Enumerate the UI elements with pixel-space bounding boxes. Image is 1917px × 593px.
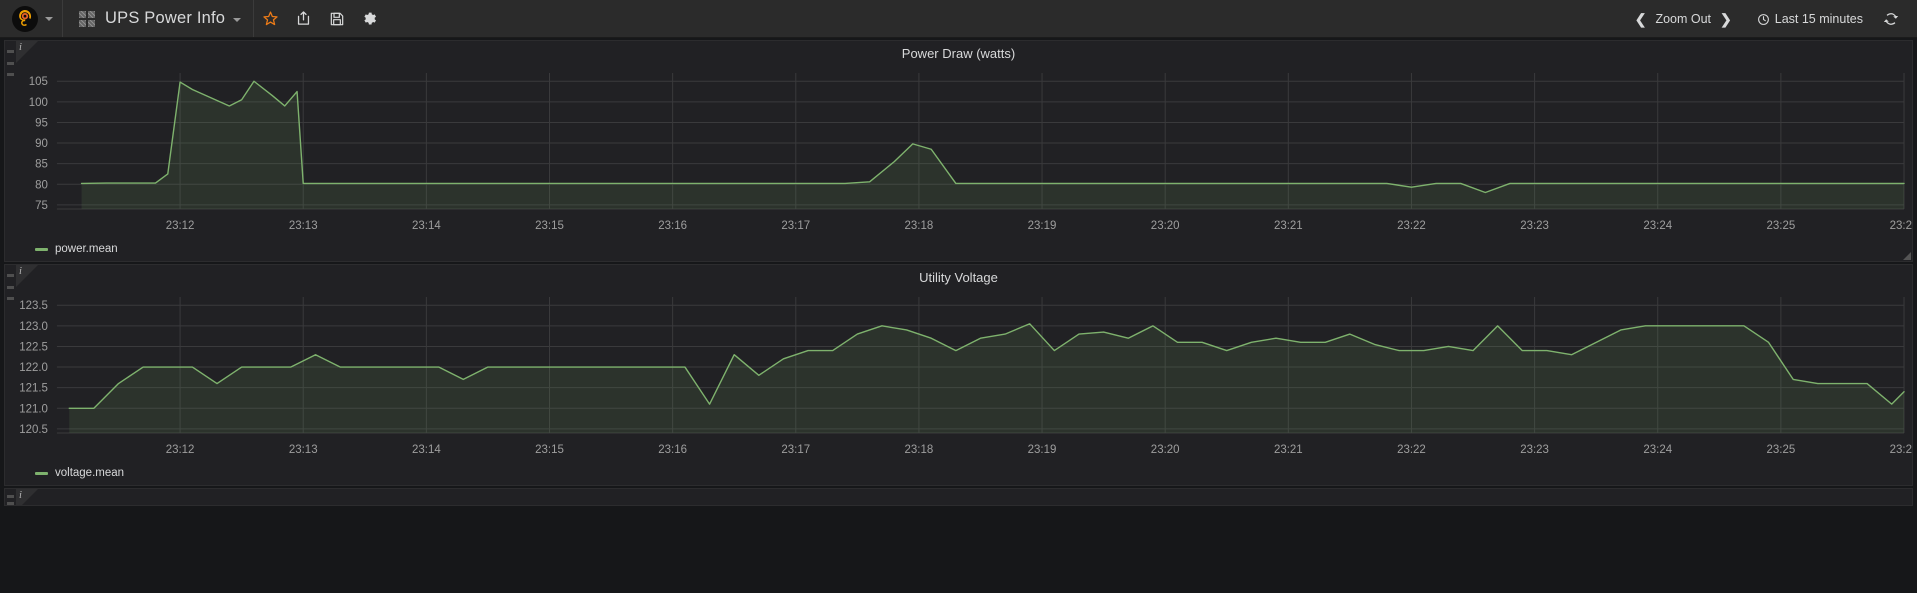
legend-swatch: [35, 247, 48, 251]
svg-text:23:21: 23:21: [1274, 444, 1303, 456]
panel-utility-voltage: i Utility Voltage 120.5 121.0 121.5 122.0 12…: [4, 264, 1913, 486]
svg-text:122.5: 122.5: [19, 341, 48, 353]
svg-text:90: 90: [35, 138, 48, 150]
grafana-logo-icon[interactable]: [12, 5, 38, 32]
svg-text:23:17: 23:17: [781, 220, 810, 232]
svg-text:23:20: 23:20: [1151, 444, 1180, 456]
svg-text:23:26: 23:26: [1890, 220, 1912, 232]
svg-text:123.0: 123.0: [19, 321, 48, 333]
chevron-down-icon: [45, 16, 53, 21]
navbar-right: ❮ Zoom Out ❯ Last 15 minutes: [1628, 0, 1917, 38]
panel-title-power-draw[interactable]: Power Draw (watts): [5, 41, 1912, 63]
svg-text:105: 105: [29, 76, 48, 88]
org-menu-button[interactable]: [0, 0, 63, 37]
time-range-label: Last 15 minutes: [1774, 12, 1863, 26]
svg-text:23:15: 23:15: [535, 444, 564, 456]
svg-text:23:22: 23:22: [1397, 444, 1426, 456]
svg-text:85: 85: [35, 159, 48, 171]
dashboard-body: i Power Draw (watts) 75 80 85 90 95 100 105 23:…: [0, 40, 1917, 506]
chart-utility-voltage[interactable]: 120.5 121.0 121.5 122.0 122.5 123.0 123.5 23:12…: [5, 287, 1912, 463]
svg-text:121.5: 121.5: [19, 383, 48, 395]
save-icon[interactable]: [320, 0, 353, 38]
svg-text:95: 95: [35, 117, 48, 129]
svg-text:120.5: 120.5: [19, 424, 48, 436]
star-icon[interactable]: [254, 0, 287, 38]
legend-power-draw: power.mean: [5, 239, 1912, 261]
svg-text:23:16: 23:16: [658, 220, 687, 232]
chevron-right-icon[interactable]: ❯: [1713, 12, 1739, 26]
chevron-left-icon[interactable]: ❮: [1628, 12, 1654, 26]
svg-text:121.0: 121.0: [19, 403, 48, 415]
legend-swatch: [35, 471, 48, 475]
svg-text:23:14: 23:14: [412, 444, 441, 456]
svg-text:23:17: 23:17: [781, 444, 810, 456]
refresh-icon[interactable]: [1873, 0, 1909, 38]
dashboard-title-button[interactable]: UPS Power Info: [63, 0, 255, 37]
svg-text:122.0: 122.0: [19, 362, 48, 374]
legend-label[interactable]: power.mean: [55, 243, 118, 255]
svg-text:23:19: 23:19: [1028, 444, 1057, 456]
time-zoom-group: ❮ Zoom Out ❯: [1628, 12, 1739, 26]
time-range-picker[interactable]: Last 15 minutes: [1757, 12, 1863, 26]
dashboard-grid-icon: [79, 10, 95, 27]
svg-text:23:19: 23:19: [1028, 220, 1057, 232]
svg-text:23:20: 23:20: [1151, 220, 1180, 232]
svg-text:23:13: 23:13: [289, 220, 318, 232]
svg-text:23:21: 23:21: [1274, 220, 1303, 232]
legend-utility-voltage: voltage.mean: [5, 463, 1912, 485]
zoom-out-button[interactable]: Zoom Out: [1653, 12, 1713, 26]
chevron-down-icon: [233, 18, 242, 22]
page-title: UPS Power Info: [105, 9, 226, 27]
svg-text:80: 80: [35, 179, 48, 191]
svg-text:23:18: 23:18: [905, 220, 934, 232]
svg-text:23:13: 23:13: [289, 444, 318, 456]
svg-text:23:23: 23:23: [1520, 220, 1549, 232]
svg-text:23:16: 23:16: [658, 444, 687, 456]
svg-text:23:25: 23:25: [1767, 220, 1796, 232]
svg-text:23:24: 23:24: [1643, 444, 1672, 456]
svg-text:23:24: 23:24: [1643, 220, 1672, 232]
svg-text:123.5: 123.5: [19, 300, 48, 312]
panel-partial-next: i: [4, 488, 1913, 506]
svg-text:23:14: 23:14: [412, 220, 441, 232]
svg-text:23:25: 23:25: [1767, 444, 1796, 456]
share-icon[interactable]: [287, 0, 320, 38]
svg-text:23:22: 23:22: [1397, 220, 1426, 232]
drag-handle-icon[interactable]: [7, 495, 14, 505]
info-icon[interactable]: i: [19, 266, 22, 277]
svg-text:23:18: 23:18: [905, 444, 934, 456]
svg-text:23:23: 23:23: [1520, 444, 1549, 456]
navbar-action-group: [254, 0, 386, 37]
panel-title-utility-voltage[interactable]: Utility Voltage: [5, 265, 1912, 287]
svg-text:100: 100: [29, 97, 48, 109]
panel-resize-handle[interactable]: [1903, 252, 1911, 260]
svg-text:23:12: 23:12: [166, 444, 195, 456]
clock-icon: [1757, 13, 1770, 26]
top-navbar: UPS Power Info ❮ Zoom Out ❯ Last 15 minu…: [0, 0, 1917, 38]
svg-text:75: 75: [35, 200, 48, 212]
panel-power-draw: i Power Draw (watts) 75 80 85 90 95 100 105 23:…: [4, 40, 1913, 262]
navbar-left: UPS Power Info: [0, 0, 386, 37]
gear-icon[interactable]: [353, 0, 386, 38]
info-icon[interactable]: i: [19, 42, 22, 53]
svg-text:23:12: 23:12: [166, 220, 195, 232]
svg-text:23:26: 23:26: [1890, 444, 1912, 456]
chart-power-draw[interactable]: 75 80 85 90 95 100 105 23:12 23:13 23:14 23:15 23:1…: [5, 63, 1912, 239]
info-icon[interactable]: i: [19, 490, 22, 501]
svg-text:23:15: 23:15: [535, 220, 564, 232]
legend-label[interactable]: voltage.mean: [55, 467, 124, 479]
